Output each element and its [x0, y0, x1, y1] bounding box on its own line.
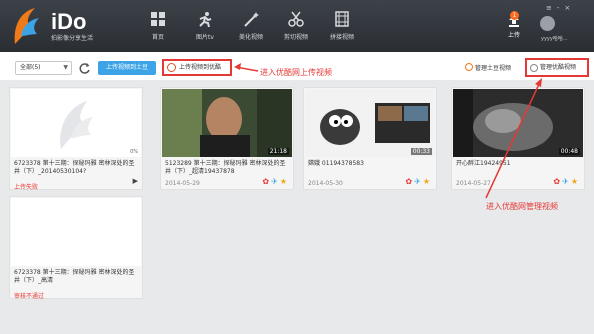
thumbnail-image [305, 89, 435, 157]
nav-label: 拼接视频 [329, 34, 354, 41]
nav-join[interactable]: 拼接视频 [324, 11, 360, 47]
app-logo-icon [14, 8, 39, 44]
upload-annotation: 进入优酷网上传视频 [260, 68, 332, 77]
film-strip-icon [335, 11, 349, 27]
video-thumbnail[interactable]: 0% [11, 89, 141, 157]
nav-cut[interactable]: 剪切视频 [278, 11, 314, 47]
video-title: 5123289 第十三期：探秘玛雅 密林深处的圣井（下）_超清19437878 [165, 160, 286, 175]
tudou-icon [465, 63, 473, 71]
video-title: 开心醉江19424951 [456, 160, 511, 167]
nav-label: 剪切视频 [283, 34, 308, 41]
app-slogan: 拍影像分享生活 [51, 35, 94, 42]
nav-label: 图片tv [196, 34, 214, 41]
video-card[interactable]: 0% 6723378 第十三期：探秘玛雅 密林深处的圣井（下）_20140530… [9, 87, 143, 191]
share-icons[interactable]: ✿✈★ [262, 177, 289, 186]
app-header: iDo 拍影像分享生活 首页 图片tv 美化视频 剪切视频 拼接视频 1 上传 … [0, 0, 594, 52]
upload-youku-label: 上传视频到优酷 [179, 64, 222, 71]
manage-youku-button[interactable]: 管理优酷视频 [525, 58, 589, 77]
magic-wand-icon [244, 12, 259, 27]
refresh-icon[interactable] [78, 62, 91, 75]
filter-select[interactable]: 全部(5) ▼ [15, 61, 72, 75]
upload-tudou-button[interactable]: 上传视频到土豆 [98, 61, 156, 75]
window-controls[interactable]: ≡-× [546, 4, 575, 12]
username: yyyy哈哈... [541, 36, 568, 42]
status-badge: 审核不通过 [14, 293, 45, 300]
upload-youku-button[interactable]: 上传视频到优酷 [162, 59, 232, 76]
nav-home[interactable]: 首页 [140, 11, 176, 47]
avatar[interactable] [540, 16, 555, 31]
video-title: 6723378 第十三期：探秘玛雅 密林深处的圣井（下）_高清 [14, 269, 135, 284]
thumbnail-image [453, 89, 583, 157]
nav-label: 首页 [151, 34, 164, 41]
thumbnail-image [162, 89, 292, 157]
video-title: 嫦娥 01194378583 [308, 160, 364, 167]
video-card[interactable]: 00:33 嫦娥 01194378583 2014-05-30 ✿✈★ [303, 87, 437, 190]
nav-beautify[interactable]: 美化视频 [233, 11, 269, 47]
video-thumbnail[interactable] [11, 198, 141, 266]
app-name: iDo [51, 9, 87, 34]
manage-annotation: 进入优酷网管理视频 [486, 202, 558, 211]
video-card[interactable]: 6723378 第十三期：探秘玛雅 密林深处的圣井（下）_高清 审核不通过 [9, 196, 143, 300]
video-duration: 00:48 [558, 148, 580, 155]
nav-label: 美化视频 [238, 34, 263, 41]
video-date: 2014-05-30 [308, 180, 343, 187]
manage-youku-label: 管理优酷视频 [540, 64, 577, 71]
upload-progress: 0% [130, 149, 138, 155]
video-card[interactable]: 21:18 5123289 第十三期：探秘玛雅 密林深处的圣井（下）_超清194… [160, 87, 294, 190]
video-thumbnail[interactable]: 21:18 [162, 89, 292, 157]
status-badge: 上传失败 [14, 184, 39, 191]
youku-icon [530, 64, 538, 72]
video-duration: 00:33 [410, 148, 432, 155]
video-duration: 21:18 [267, 148, 289, 155]
home-grid-icon [151, 12, 165, 26]
upload-button[interactable]: 1 上传 [499, 11, 529, 42]
video-date: 2014-05-29 [165, 180, 200, 187]
placeholder-logo-icon [60, 101, 93, 149]
share-icons[interactable]: ✿✈★ [553, 177, 580, 186]
share-icons[interactable]: ✿✈★ [405, 177, 432, 186]
video-card[interactable]: 00:48 开心醉江19424951 2014-05-27 ✿✈★ [451, 87, 585, 190]
nav-photo-tv[interactable]: 图片tv [187, 11, 223, 47]
upload-label: 上传 [507, 32, 520, 39]
filter-value: 全部(5) [20, 64, 41, 71]
video-title: 6723378 第十三期：探秘玛雅 密林深处的圣井（下）_20140530104… [14, 160, 135, 175]
video-date: 2014-05-27 [456, 180, 491, 187]
video-thumbnail[interactable]: 00:33 [305, 89, 435, 157]
youku-icon [167, 63, 176, 72]
manage-tudou-label: 管理土豆视频 [475, 65, 512, 72]
runner-icon [199, 12, 212, 27]
play-icon[interactable]: ▶ [133, 177, 138, 185]
video-thumbnail[interactable]: 00:48 [453, 89, 583, 157]
scissors-icon [288, 11, 304, 27]
upload-count-badge: 1 [510, 11, 519, 20]
manage-tudou-button[interactable]: 管理土豆视频 [465, 63, 511, 72]
chevron-down-icon: ▼ [63, 64, 68, 71]
